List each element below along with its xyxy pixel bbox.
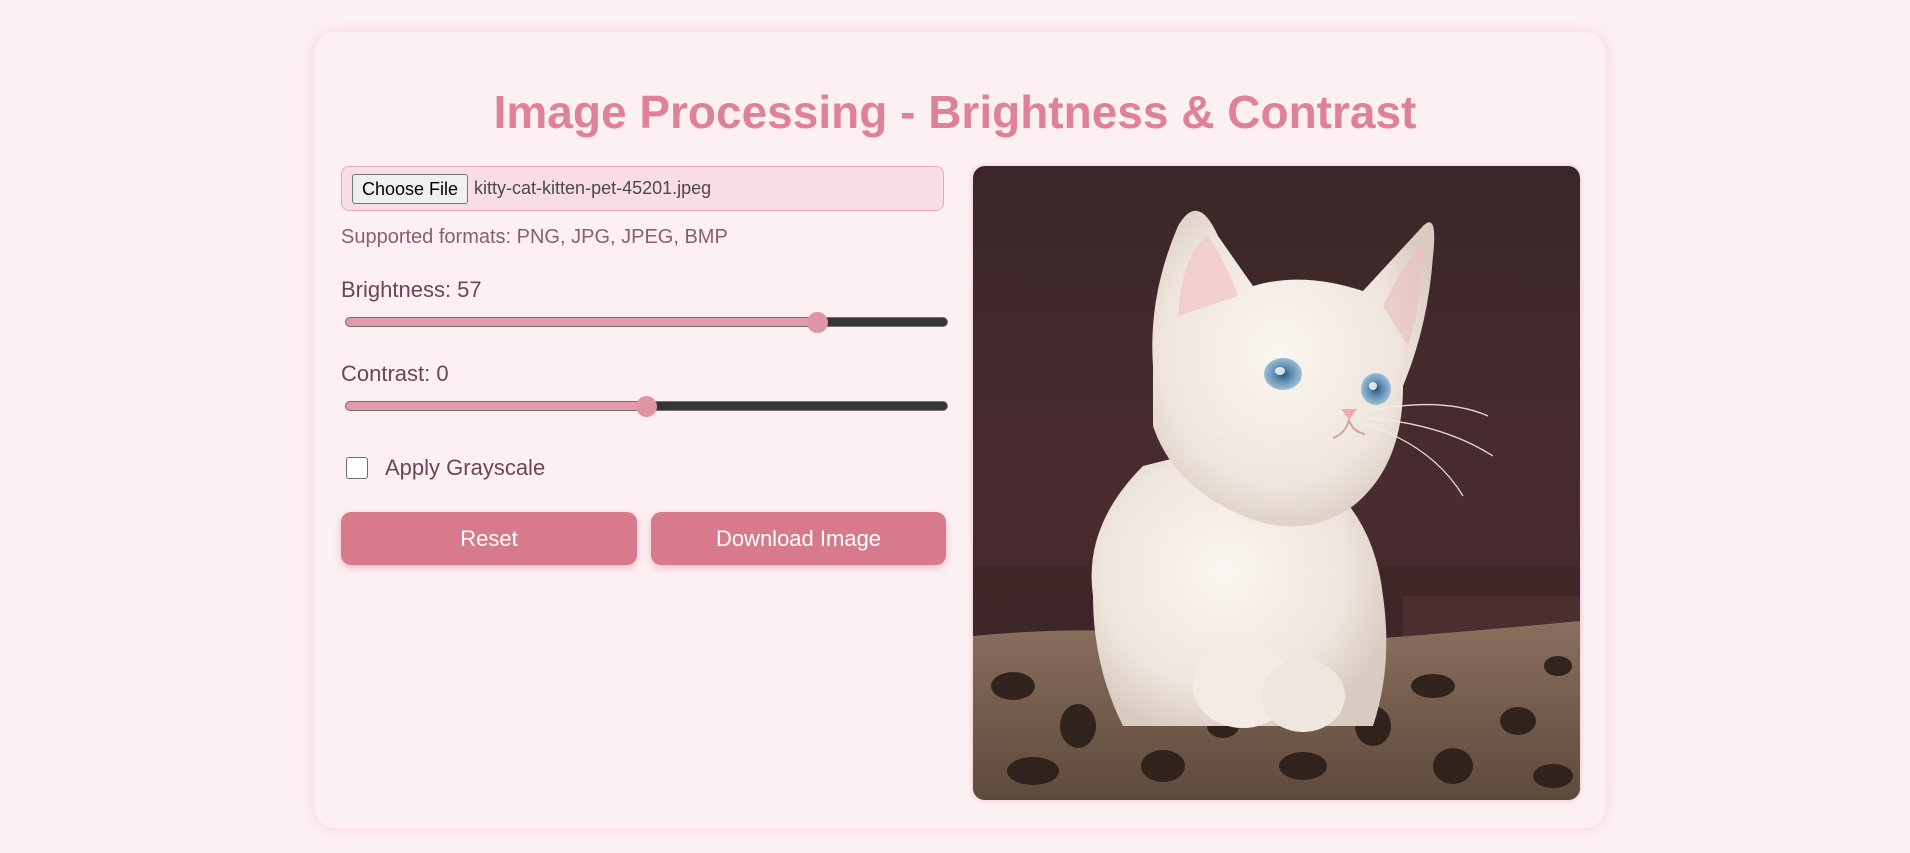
contrast-slider[interactable]	[345, 395, 948, 417]
kitten-image	[973, 166, 1580, 800]
grayscale-label: Apply Grayscale	[385, 455, 546, 480]
image-preview	[973, 166, 1580, 800]
brightness-slider[interactable]	[345, 311, 948, 333]
supported-formats-text: Supported formats: PNG, JPG, JPEG, BMP	[341, 226, 728, 248]
file-input[interactable]: Choose File kitty-cat-kitten-pet-45201.j…	[341, 166, 944, 211]
grayscale-checkbox[interactable]	[346, 457, 368, 479]
brightness-slider-fill	[346, 318, 818, 326]
choose-file-button[interactable]: Choose File	[352, 173, 469, 204]
contrast-label: Contrast: 0	[341, 361, 449, 386]
selected-file-name: kitty-cat-kitten-pet-45201.jpeg	[474, 178, 712, 198]
brightness-label: Brightness: 57	[341, 277, 482, 302]
contrast-slider-thumb[interactable]	[636, 395, 657, 417]
brightness-slider-thumb[interactable]	[807, 311, 829, 333]
grayscale-option[interactable]: Apply Grayscale	[346, 455, 545, 481]
download-image-button[interactable]: Download Image	[651, 512, 946, 565]
reset-button[interactable]: Reset	[341, 512, 637, 565]
contrast-slider-fill	[346, 402, 647, 410]
page-title: Image Processing - Brightness & Contrast	[493, 86, 1417, 138]
